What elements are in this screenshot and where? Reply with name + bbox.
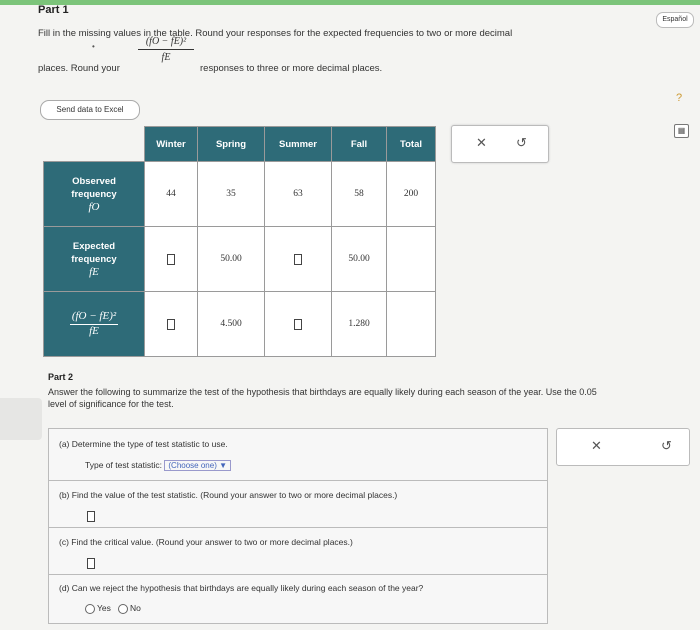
help-icon[interactable]: ?	[676, 92, 682, 104]
row-header-observed: Observed frequency fO	[43, 161, 145, 227]
cell-chi-spring: 4.500	[197, 291, 265, 357]
cell-expected-total	[386, 226, 436, 292]
reject-radio-group: Yes No	[85, 603, 141, 614]
cell-chi-winter[interactable]	[144, 291, 198, 357]
cell-observed-summer: 63	[264, 161, 332, 227]
cell-observed-total: 200	[386, 161, 436, 227]
yes-label: Yes	[97, 603, 111, 613]
instruction-line2-start: places. Round your	[38, 63, 120, 74]
answer-input[interactable]	[294, 318, 302, 330]
row-fraction: (fO − fE)² fE	[69, 310, 119, 338]
row-label-line2: frequency	[71, 253, 117, 265]
row-label-line1: Expected	[72, 240, 116, 252]
undo-icon[interactable]: ↺	[516, 135, 527, 151]
col-header-fall: Fall	[331, 126, 387, 162]
calculator-icon[interactable]: ▦	[674, 124, 689, 138]
cell-chi-fall: 1.280	[331, 291, 387, 357]
question-b-label: (b) Find the value of the test statistic…	[59, 490, 398, 500]
row-header-expected: Expected frequency fE	[43, 226, 145, 292]
no-label: No	[129, 603, 141, 613]
table-row: Expected frequency fE 50.00 50.00	[43, 226, 436, 292]
top-progress-bar	[0, 0, 700, 5]
undo-icon[interactable]: ↺	[661, 438, 672, 454]
answer-input[interactable]	[167, 253, 175, 265]
row-label-line2: frequency	[71, 188, 117, 200]
cell-expected-fall: 50.00	[331, 226, 387, 292]
col-header-summer: Summer	[264, 126, 332, 162]
instruction-line2-end: responses to three or more decimal place…	[200, 63, 383, 74]
instruction-line1: Fill in the missing values in the table.…	[38, 28, 513, 39]
answer-tools: ✕ ↺	[451, 125, 549, 163]
cell-observed-spring: 35	[197, 161, 265, 227]
question-d-label: (d) Can we reject the hypothesis that bi…	[59, 583, 424, 593]
clear-icon[interactable]: ✕	[591, 438, 602, 454]
col-header-winter: Winter	[144, 126, 198, 162]
answer-tools-part2: ✕ ↺	[556, 428, 690, 466]
question-a-row: Type of test statistic: (Choose one) ▼	[85, 460, 232, 471]
cell-chi-total	[386, 291, 436, 357]
col-header-total: Total	[386, 126, 436, 162]
frequency-table: Winter Spring Summer Fall Total Observed…	[43, 126, 436, 357]
espanol-button[interactable]: Español	[656, 12, 694, 28]
row-header-chi-component: (fO − fE)² fE	[43, 291, 145, 357]
part1-heading: Part 1	[38, 4, 69, 16]
fraction-numerator: (fO − fE)²	[138, 36, 194, 50]
question-b: (b) Find the value of the test statistic…	[48, 480, 548, 529]
row-label-line1: Observed	[72, 175, 116, 187]
table-row: Observed frequency fO 44 35 63 58 200	[43, 161, 436, 227]
test-statistic-input[interactable]	[87, 511, 95, 522]
row-symbol: fO	[88, 200, 100, 213]
table-row: (fO − fE)² fE 4.500 1.280	[43, 291, 436, 357]
cell-observed-fall: 58	[331, 161, 387, 227]
cell-expected-summer[interactable]	[264, 226, 332, 292]
question-c: (c) Find the critical value. (Round your…	[48, 527, 548, 576]
cell-expected-spring: 50.00	[197, 226, 265, 292]
question-c-label: (c) Find the critical value. (Round your…	[59, 537, 353, 547]
row-fraction-numerator: (fO − fE)²	[69, 310, 119, 325]
question-d: (d) Can we reject the hypothesis that bi…	[48, 574, 548, 624]
cell-chi-summer[interactable]	[264, 291, 332, 357]
part2-heading: Part 2	[48, 372, 74, 382]
statistic-type-label: Type of test statistic:	[85, 460, 163, 470]
row-fraction-denominator: fE	[89, 325, 99, 337]
row-symbol: fE	[89, 265, 99, 278]
question-a-label: (a) Determine the type of test statistic…	[59, 439, 228, 449]
yes-radio[interactable]	[85, 603, 95, 614]
decorative-dot: •	[92, 42, 95, 51]
question-a: (a) Determine the type of test statistic…	[48, 428, 548, 482]
cell-observed-winter: 44	[144, 161, 198, 227]
answer-input[interactable]	[294, 253, 302, 265]
clear-icon[interactable]: ✕	[476, 135, 487, 151]
instruction-fraction: (fO − fE)² fE	[138, 36, 194, 63]
critical-value-input[interactable]	[87, 558, 95, 569]
send-to-excel-button[interactable]: Send data to Excel	[40, 100, 140, 120]
fraction-denominator: fE	[161, 52, 171, 63]
side-tab[interactable]	[0, 398, 42, 440]
no-radio[interactable]	[117, 603, 128, 614]
cell-expected-winter[interactable]	[144, 226, 198, 292]
table-corner	[43, 126, 145, 162]
statistic-type-select[interactable]: (Choose one) ▼	[164, 460, 232, 471]
answer-input[interactable]	[167, 318, 175, 330]
part2-instructions: Answer the following to summarize the te…	[48, 387, 597, 409]
col-header-spring: Spring	[197, 126, 265, 162]
